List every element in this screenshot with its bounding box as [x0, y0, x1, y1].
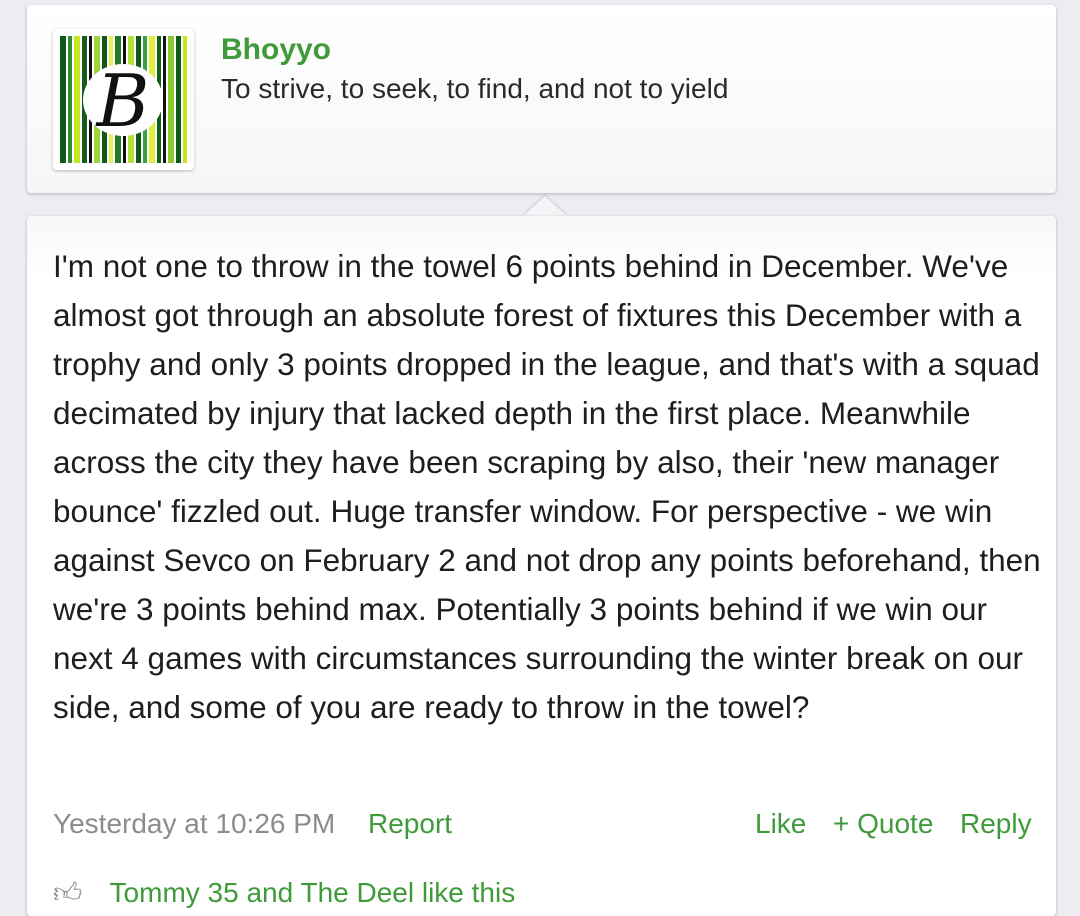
post-message: I'm not one to throw in the towel 6 poin… — [53, 248, 1041, 725]
avatar-image: B — [60, 36, 187, 163]
post-date[interactable]: Yesterday at 10:26 PM — [53, 808, 335, 840]
user-info-card: B Bhoyyo To strive, to seek, to find, an… — [27, 5, 1056, 193]
avatar[interactable]: B — [53, 29, 194, 170]
thumbs-up-icon: 👍︎ — [53, 877, 83, 908]
user-title: To strive, to seek, to find, and not to … — [221, 73, 729, 104]
likes-text: Tommy 35 and The Deel like this — [109, 877, 516, 908]
quote-link[interactable]: + Quote — [833, 808, 933, 840]
reply-link[interactable]: Reply — [960, 808, 1032, 840]
username-link[interactable]: Bhoyyo — [221, 33, 331, 67]
report-link[interactable]: Report — [368, 808, 452, 840]
svg-text:B: B — [95, 59, 150, 143]
like-link[interactable]: Like — [755, 808, 806, 840]
likes-summary[interactable]: 👍︎ Tommy 35 and The Deel like this — [53, 876, 515, 910]
message-pointer — [523, 196, 567, 216]
post-card: I'm not one to throw in the towel 6 poin… — [27, 216, 1056, 916]
